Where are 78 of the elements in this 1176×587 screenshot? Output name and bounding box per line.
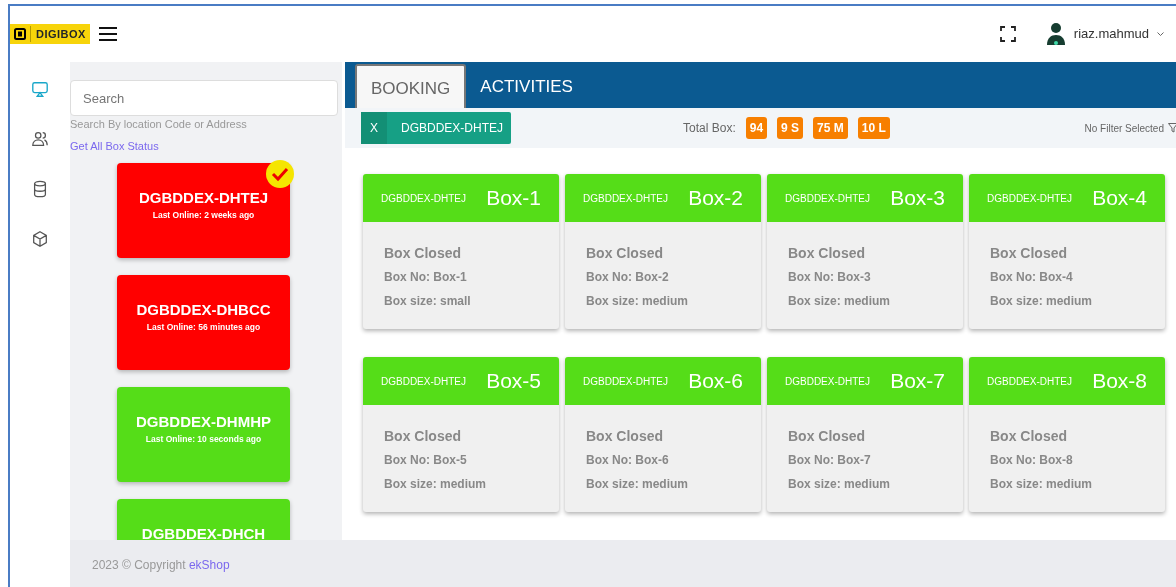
box-number: Box No: Box-5 <box>384 452 468 469</box>
box-name: Box-1 <box>486 185 541 212</box>
box-status: Box Closed <box>788 427 866 446</box>
tab[interactable]: BOOKING <box>355 64 467 108</box>
database-icon[interactable] <box>31 180 49 198</box>
box-size: Box size: small <box>384 293 472 310</box>
box-status: Box Closed <box>586 244 664 263</box>
copyright-text: 2023 © Copyright ekShop <box>92 557 230 574</box>
user-name[interactable]: riaz.mahmud <box>1073 24 1149 44</box>
box-card[interactable]: DGBDDEX-DHTEJ Box-7 Box Closed Box No: Box-7 Box size: medium <box>767 357 963 512</box>
box-size: Box size: medium <box>990 476 1094 493</box>
location-card[interactable]: DGBDDEX-DHMHP Last Online: 10 seconds ago <box>117 386 290 482</box>
box-size: Box size: medium <box>990 293 1094 310</box>
box-number: Box No: Box-8 <box>990 452 1074 469</box>
box-name: Box-8 <box>1092 368 1147 395</box>
count-badge: 94 <box>745 117 768 139</box>
box-location: DGBDDEX-DHTEJ <box>785 374 870 389</box>
filter-icon[interactable] <box>1168 123 1176 133</box>
box-name: Box-7 <box>890 368 945 395</box>
box-size: Box size: medium <box>586 476 690 493</box>
box-location: DGBDDEX-DHTEJ <box>785 191 870 206</box>
box-number: Box No: Box-2 <box>586 269 670 286</box>
brand-name: DIGIBOX <box>30 25 86 43</box>
box-location: DGBDDEX-DHTEJ <box>583 191 668 206</box>
tab[interactable]: ACTIVITIES <box>466 64 587 108</box>
search-field[interactable]: Search <box>70 80 338 116</box>
box-status: Box Closed <box>788 244 866 263</box>
box-size: Box size: medium <box>788 476 892 493</box>
box-card[interactable]: DGBDDEX-DHTEJ Box-3 Box Closed Box No: Box-3 Box size: medium <box>767 174 963 329</box>
box-name: Box-3 <box>890 185 945 212</box>
box-size: Box size: medium <box>384 476 488 493</box>
box-status: Box Closed <box>384 244 462 263</box>
box-number: Box No: Box-3 <box>788 269 872 286</box>
box-status: Box Closed <box>990 244 1068 263</box>
location-card[interactable]: DGBDDEX-DHCH <box>117 498 290 540</box>
cube-icon[interactable] <box>31 230 49 248</box>
footer-link[interactable]: ekShop <box>188 558 230 572</box>
count-badge: 10 L <box>857 117 890 139</box>
box-location: DGBDDEX-DHTEJ <box>987 191 1072 206</box>
box-number: Box No: Box-7 <box>788 452 872 469</box>
menu-icon[interactable] <box>97 26 118 42</box>
box-name: Box-4 <box>1092 185 1147 212</box>
user-avatar-icon <box>1045 22 1066 46</box>
box-location: DGBDDEX-DHTEJ <box>381 374 466 389</box>
box-size: Box size: medium <box>586 293 690 310</box>
box-card[interactable]: DGBDDEX-DHTEJ Box-2 Box Closed Box No: Box-2 Box size: medium <box>565 174 761 329</box>
filter-status: No Filter Selected <box>1084 121 1164 136</box>
check-icon <box>265 158 295 189</box>
box-card[interactable]: DGBDDEX-DHTEJ Box-1 Box Closed Box No: Box-1 Box size: small <box>363 174 559 329</box>
filter-chip[interactable]: X DGBDDEX-DHTEJ <box>361 112 511 144</box>
box-number: Box No: Box-4 <box>990 269 1074 286</box>
status-link[interactable]: Get All Box Status <box>70 139 159 152</box>
box-status: Box Closed <box>384 427 462 446</box>
search-hint: Search By location Code or Address <box>70 117 248 132</box>
box-number: Box No: Box-6 <box>586 452 670 469</box>
logo-icon <box>14 28 26 40</box>
count-badge: 75 M <box>813 117 848 139</box>
users-icon[interactable] <box>31 130 49 148</box>
box-card[interactable]: DGBDDEX-DHTEJ Box-5 Box Closed Box No: Box-5 Box size: medium <box>363 357 559 512</box>
count-badge: 9 S <box>777 117 804 139</box>
caret-icon[interactable] <box>1157 31 1164 37</box>
box-status: Box Closed <box>990 427 1068 446</box>
box-card[interactable]: DGBDDEX-DHTEJ Box-8 Box Closed Box No: Box-8 Box size: medium <box>969 357 1165 512</box>
box-number: Box No: Box-1 <box>384 269 468 286</box>
box-status: Box Closed <box>586 427 664 446</box>
box-location: DGBDDEX-DHTEJ <box>583 374 668 389</box>
total-label: Total Box: <box>683 120 736 137</box>
fullscreen-icon[interactable] <box>999 26 1016 42</box>
monitor-icon[interactable] <box>31 80 49 98</box>
box-name: Box-2 <box>688 185 743 212</box>
box-card[interactable]: DGBDDEX-DHTEJ Box-6 Box Closed Box No: Box-6 Box size: medium <box>565 357 761 512</box>
box-name: Box-5 <box>486 368 541 395</box>
location-card[interactable]: DGBDDEX-DHBCC Last Online: 56 minutes ago <box>117 274 290 370</box>
box-name: Box-6 <box>688 368 743 395</box>
box-size: Box size: medium <box>788 293 892 310</box>
box-location: DGBDDEX-DHTEJ <box>987 374 1072 389</box>
box-location: DGBDDEX-DHTEJ <box>381 191 466 206</box>
box-card[interactable]: DGBDDEX-DHTEJ Box-4 Box Closed Box No: Box-4 Box size: medium <box>969 174 1165 329</box>
